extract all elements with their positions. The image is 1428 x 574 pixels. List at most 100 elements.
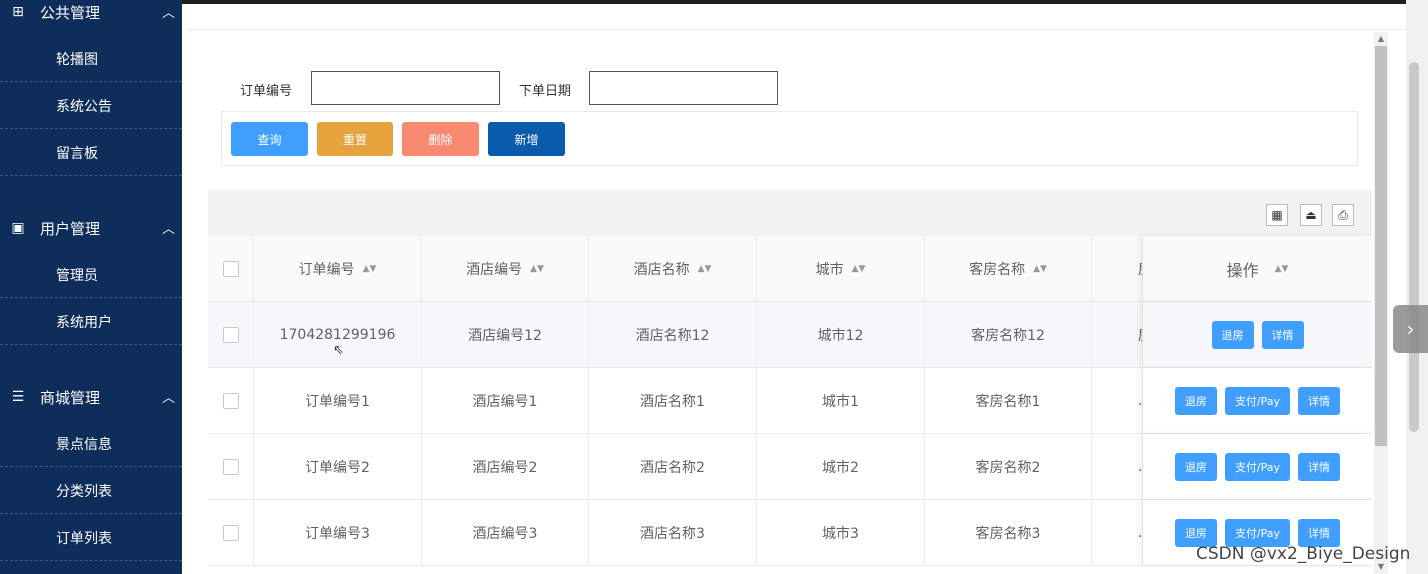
row-select-cell (208, 368, 254, 433)
table-header: 订单编号▲▼ 酒店编号▲▼ 酒店名称▲▼ 城市▲▼ 客房名称▲▼ 房 操作▲▼ (208, 236, 1372, 302)
cell-room-name: 客房名称3 (925, 500, 1092, 565)
order-date-input[interactable] (589, 71, 778, 105)
header-operations: 操作 ▲▼ (1143, 236, 1372, 301)
chevron-up-icon: ︿ (162, 222, 176, 237)
header-order-no[interactable]: 订单编号 ▲▼ (254, 236, 422, 301)
sidebar-item-scenic-info[interactable]: 景点信息 (0, 420, 182, 467)
cell-city: 城市2 (757, 434, 925, 499)
checkout-button[interactable]: 退房 (1174, 518, 1217, 547)
print-icon[interactable]: ⎙ (1332, 204, 1354, 226)
sidebar-item-message-board[interactable]: 留言板 (0, 129, 182, 176)
main-top-divider (188, 4, 1406, 30)
table-toolbar: ▦ ⏏ ⎙ (208, 190, 1372, 236)
cell-hotel-no: 酒店编号12 (422, 302, 589, 367)
pay-button[interactable]: 支付/Pay (1224, 452, 1291, 481)
checkout-button[interactable]: 退房 (1174, 386, 1217, 415)
row-operations: 退房 支付/Pay 详情 (1143, 368, 1372, 433)
cell-hotel-name: 酒店名称12 (589, 302, 757, 367)
row-operations: 退房 详情 (1143, 302, 1372, 367)
row-checkbox[interactable] (222, 458, 239, 475)
row-select-cell (208, 434, 254, 499)
header-hotel-name[interactable]: 酒店名称 ▲▼ (589, 236, 757, 301)
header-room-truncated[interactable]: 房 (1092, 236, 1143, 301)
book-icon: ▣ (11, 220, 25, 236)
watermark: CSDN @vx2_Biye_Design (1196, 544, 1411, 564)
reset-button[interactable]: 重置 (317, 122, 393, 156)
cell-room-truncated: 房 (1092, 302, 1143, 367)
main-panel: 订单编号 下单日期 查询 重置 删除 新增 ▦ ⏏ ⎙ 订单编号 ▲▼ 酒店编号 ▲… (188, 4, 1406, 574)
sort-icon[interactable]: ▲▼ (1275, 264, 1289, 274)
query-button[interactable]: 查询 (231, 122, 308, 156)
sidebar-group-mall[interactable]: ☰ 商城管理 ︿ (0, 377, 182, 417)
row-select-cell (208, 500, 254, 565)
sidebar-item-system-user[interactable]: 系统用户 (0, 298, 182, 345)
cell-city: 城市3 (757, 500, 925, 565)
row-checkbox[interactable] (222, 524, 239, 541)
sort-icon[interactable]: ▲▼ (1033, 264, 1047, 274)
sidebar-group-public[interactable]: ⊞ 公共管理 ︿ (0, 0, 182, 32)
cell-hotel-name: 酒店名称2 (589, 434, 757, 499)
detail-button[interactable]: 详情 (1261, 320, 1304, 349)
pay-button[interactable]: 支付/Pay (1224, 518, 1291, 547)
scrollbar-thumb[interactable] (1375, 46, 1387, 446)
order-no-input[interactable] (311, 71, 500, 105)
cell-hotel-name: 酒店名称1 (589, 368, 757, 433)
sidebar: ⊞ 公共管理 ︿ 轮播图 系统公告 留言板 ▣ 用户管理 ︿ 管理员 系统用户 … (0, 0, 182, 574)
cell-hotel-no: 酒店编号3 (422, 500, 589, 565)
outer-scrollbar[interactable] (1406, 0, 1428, 574)
sidebar-item-admin[interactable]: 管理员 (0, 251, 182, 298)
select-all-cell (208, 236, 254, 301)
cell-room-name: 客房名称1 (925, 368, 1092, 433)
sidebar-item-carousel[interactable]: 轮播图 (0, 35, 182, 82)
header-hotel-no[interactable]: 酒店编号 ▲▼ (422, 236, 589, 301)
table-row[interactable]: 1704281299196 酒店编号12 酒店名称12 城市12 客房名称12 … (208, 302, 1372, 368)
grid-icon: ⊞ (12, 4, 24, 20)
cell-order-no: 订单编号1 (254, 368, 422, 433)
checkout-button[interactable]: 退房 (1211, 320, 1254, 349)
sidebar-group-user[interactable]: ▣ 用户管理 ︿ (0, 208, 182, 248)
detail-button[interactable]: 详情 (1298, 386, 1341, 415)
vertical-scrollbar[interactable]: ▲ ▼ (1374, 32, 1388, 574)
row-checkbox[interactable] (222, 392, 239, 409)
chevron-up-icon: ︿ (162, 6, 176, 21)
sort-icon[interactable]: ▲▼ (698, 264, 712, 274)
header-room-name[interactable]: 客房名称 ▲▼ (925, 236, 1092, 301)
export-icon[interactable]: ⏏ (1300, 204, 1322, 226)
pay-button[interactable]: 支付/Pay (1224, 386, 1291, 415)
cell-hotel-no: 酒店编号1 (422, 368, 589, 433)
delete-button[interactable]: 删除 (402, 122, 479, 156)
chevron-up-icon: ︿ (162, 391, 176, 406)
columns-icon[interactable]: ▦ (1266, 204, 1288, 226)
sort-icon[interactable]: ▲▼ (363, 264, 377, 274)
cell-room-truncated: . (1092, 434, 1143, 499)
outer-scrollbar-thumb[interactable] (1409, 62, 1419, 432)
detail-button[interactable]: 详情 (1298, 452, 1341, 481)
sidebar-item-notice[interactable]: 系统公告 (0, 82, 182, 129)
row-operations: 退房 支付/Pay 详情 (1143, 434, 1372, 499)
sort-icon[interactable]: ▲▼ (852, 264, 866, 274)
detail-button[interactable]: 详情 (1298, 518, 1341, 547)
cell-room-name: 客房名称2 (925, 434, 1092, 499)
sidebar-item-order-list[interactable]: 订单列表 (0, 514, 182, 561)
row-select-cell (208, 302, 254, 367)
mouse-cursor-icon: ⇖ (333, 343, 344, 358)
row-checkbox[interactable] (222, 326, 239, 343)
sort-icon[interactable]: ▲▼ (530, 264, 544, 274)
cell-hotel-name: 酒店名称3 (589, 500, 757, 565)
table-row[interactable]: 订单编号2 酒店编号2 酒店名称2 城市2 客房名称2 . 退房 支付/Pay … (208, 434, 1372, 500)
add-button[interactable]: 新增 (488, 122, 565, 156)
checkout-button[interactable]: 退房 (1174, 452, 1217, 481)
cell-room-truncated: . (1092, 500, 1143, 565)
cell-order-no: 订单编号3 (254, 500, 422, 565)
order-date-label: 下单日期 (519, 84, 572, 99)
header-city[interactable]: 城市 ▲▼ (757, 236, 925, 301)
select-all-checkbox[interactable] (222, 260, 239, 277)
chevron-right-icon[interactable]: › (1393, 305, 1428, 353)
sidebar-item-category-list[interactable]: 分类列表 (0, 467, 182, 514)
cell-hotel-no: 酒店编号2 (422, 434, 589, 499)
scroll-up-icon[interactable]: ▲ (1374, 32, 1388, 46)
table-row[interactable]: 订单编号1 酒店编号1 酒店名称1 城市1 客房名称1 . 退房 支付/Pay … (208, 368, 1372, 434)
cell-city: 城市12 (757, 302, 925, 367)
list-icon: ☰ (11, 389, 25, 405)
cell-room-name: 客房名称12 (925, 302, 1092, 367)
